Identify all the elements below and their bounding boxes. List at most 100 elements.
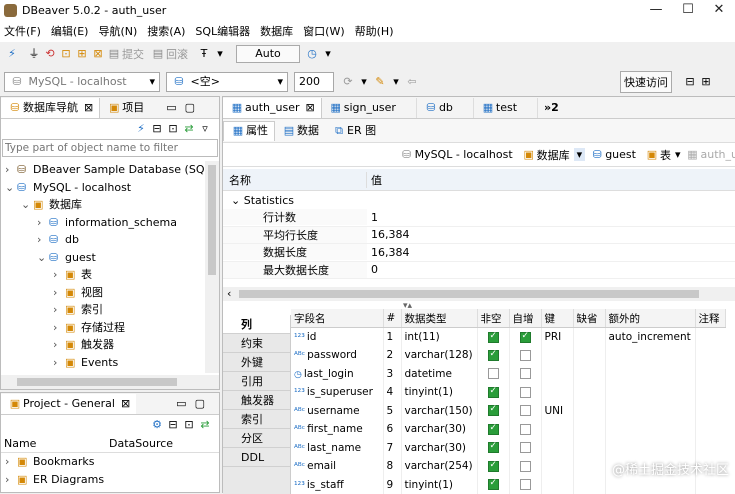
result-limit-input[interactable]: 200: [294, 72, 334, 92]
collapse-all-icon[interactable]: ⊟: [165, 417, 181, 433]
side-tab-7[interactable]: DDL: [223, 448, 290, 467]
gear-icon[interactable]: ⚙: [149, 417, 165, 433]
column-header-datasource[interactable]: DataSource: [109, 437, 173, 450]
new-sql-icon[interactable]: ⊡: [58, 46, 74, 62]
chevron-down-icon[interactable]: ⌄: [5, 179, 17, 197]
table-row[interactable]: ¹²³id1int(11)PRIauto_increment: [291, 328, 725, 347]
auto-increment-checkbox[interactable]: [520, 461, 531, 472]
not-null-checkbox[interactable]: [488, 332, 499, 343]
chevron-right-icon[interactable]: ›: [5, 471, 17, 489]
auto-increment-checkbox[interactable]: [520, 350, 531, 361]
column-header[interactable]: 缺省: [573, 309, 605, 328]
not-null-checkbox[interactable]: [488, 479, 499, 490]
column-header-value[interactable]: 值: [367, 172, 382, 188]
link-editor-icon[interactable]: ⇄: [197, 417, 213, 433]
close-icon[interactable]: ⊠: [84, 98, 93, 118]
side-tab-6[interactable]: 分区: [223, 429, 290, 448]
auto-increment-checkbox[interactable]: [520, 368, 531, 379]
chevron-right-icon[interactable]: ›: [5, 161, 17, 179]
property-row[interactable]: 最大数据长度0: [223, 262, 735, 280]
property-row[interactable]: 平均行长度16,384: [223, 227, 735, 245]
chevron-right-icon[interactable]: ›: [37, 214, 49, 232]
not-null-checkbox[interactable]: [488, 387, 499, 398]
column-header[interactable]: 注释: [695, 309, 725, 328]
breadcrumb-schema[interactable]: guest: [605, 148, 636, 161]
auto-increment-checkbox[interactable]: [520, 424, 531, 435]
format-icon[interactable]: ✎: [372, 74, 388, 90]
table-row[interactable]: ᴬᴮᶜusername5varchar(150)UNI: [291, 402, 725, 421]
breadcrumb-database[interactable]: 数据库: [537, 147, 570, 163]
navigator-filter-input[interactable]: [2, 139, 218, 157]
tab-project-general[interactable]: ▣ Project - General ⊠: [1, 394, 136, 414]
view-menu-icon[interactable]: ▿: [197, 121, 213, 137]
minimize-button[interactable]: —: [641, 2, 671, 20]
property-row[interactable]: 数据长度16,384: [223, 244, 735, 262]
column-header[interactable]: 自增: [509, 309, 541, 328]
filter-icon[interactable]: ⊡: [165, 121, 181, 137]
chevron-down-icon[interactable]: ▾: [320, 46, 336, 62]
table-row[interactable]: ¹²³is_staff9tinyint(1): [291, 476, 725, 494]
collapse-all-icon[interactable]: ⊟: [149, 121, 165, 137]
maximize-panel-icon[interactable]: ▢: [185, 101, 195, 114]
table-row[interactable]: ◷last_login3datetime: [291, 365, 725, 384]
maximize-panel-icon[interactable]: ▢: [195, 397, 205, 410]
chevron-down-icon[interactable]: ▾: [212, 46, 228, 62]
chevron-right-icon[interactable]: ›: [37, 231, 49, 249]
tree-vertical-scrollbar[interactable]: [205, 161, 219, 373]
table-row[interactable]: ¹²³is_superuser4tinyint(1): [291, 383, 725, 402]
maximize-button[interactable]: ☐: [673, 2, 703, 20]
project-item[interactable]: ›▣Bookmarks: [1, 453, 219, 471]
chevron-right-icon[interactable]: ›: [53, 284, 65, 302]
menu-item-7[interactable]: 帮助(H): [351, 22, 394, 42]
properties-hscrollbar[interactable]: ‹: [223, 287, 735, 301]
chevron-down-icon[interactable]: ▾: [675, 148, 681, 161]
chevron-down-icon[interactable]: ⌄: [21, 196, 33, 214]
column-header-name[interactable]: 名称: [223, 172, 367, 188]
not-null-checkbox[interactable]: [488, 405, 499, 416]
tree-node[interactable]: ⌄⛁guest: [1, 249, 204, 267]
perspective-icon[interactable]: ⊟: [682, 74, 698, 90]
minimize-panel-icon[interactable]: ▭: [176, 397, 186, 410]
tree-node[interactable]: ⌄⛁MySQL - localhost: [1, 179, 204, 197]
not-null-checkbox[interactable]: [488, 350, 499, 361]
transaction-mode-icon[interactable]: Ŧ: [196, 46, 212, 62]
properties-hscroll-thumb[interactable]: [239, 290, 699, 298]
breadcrumb-connection[interactable]: MySQL - localhost: [415, 148, 513, 161]
disconnect-icon[interactable]: ⏚: [26, 46, 42, 62]
tree-node[interactable]: ›▣存储过程: [1, 319, 204, 337]
table-row[interactable]: ᴬᴮᶜfirst_name6varchar(30): [291, 420, 725, 439]
menu-item-3[interactable]: 搜索(A): [143, 22, 185, 42]
auto-commit-button[interactable]: Auto: [236, 45, 300, 63]
sql-editor-icon[interactable]: ⊞: [74, 46, 90, 62]
column-header[interactable]: 额外的: [605, 309, 695, 328]
auto-increment-checkbox[interactable]: [520, 332, 531, 343]
script-icon[interactable]: ⊠: [90, 46, 106, 62]
rollback-icon[interactable]: ▤: [150, 46, 166, 62]
close-button[interactable]: ✕: [704, 2, 734, 20]
tree-node[interactable]: ›▣触发器: [1, 336, 204, 354]
tree-node[interactable]: ›▣Events: [1, 354, 204, 372]
more-tabs-button[interactable]: »2: [544, 101, 559, 114]
side-tab-2[interactable]: 外键: [223, 353, 290, 372]
minimize-panel-icon[interactable]: ▭: [166, 101, 176, 114]
column-header[interactable]: #: [383, 309, 401, 328]
editor-tab-0[interactable]: ▦auth_user⊠: [223, 98, 322, 118]
property-row[interactable]: 行计数1: [223, 209, 735, 227]
tab-database-navigator[interactable]: ⛁ 数据库导航 ⊠: [1, 98, 100, 118]
not-null-checkbox[interactable]: [488, 461, 499, 472]
not-null-checkbox[interactable]: [488, 424, 499, 435]
scroll-left-icon[interactable]: ‹: [227, 287, 231, 300]
menu-item-0[interactable]: 文件(F): [0, 22, 41, 42]
auto-increment-checkbox[interactable]: [520, 442, 531, 453]
side-tab-5[interactable]: 索引: [223, 410, 290, 429]
refresh-icon[interactable]: ⟳: [340, 74, 356, 90]
connection-select[interactable]: ⛁ MySQL - localhost ▾: [4, 72, 160, 92]
chevron-right-icon[interactable]: ›: [53, 354, 65, 372]
auto-increment-checkbox[interactable]: [520, 405, 531, 416]
tree-hscroll-thumb[interactable]: [17, 378, 177, 386]
chevron-right-icon[interactable]: ›: [53, 319, 65, 337]
menu-item-4[interactable]: SQL编辑器: [191, 22, 250, 42]
schema-select[interactable]: ⛁ <空> ▾: [166, 72, 288, 92]
tree-node[interactable]: ›▣索引: [1, 301, 204, 319]
column-header-name[interactable]: Name: [1, 437, 109, 450]
